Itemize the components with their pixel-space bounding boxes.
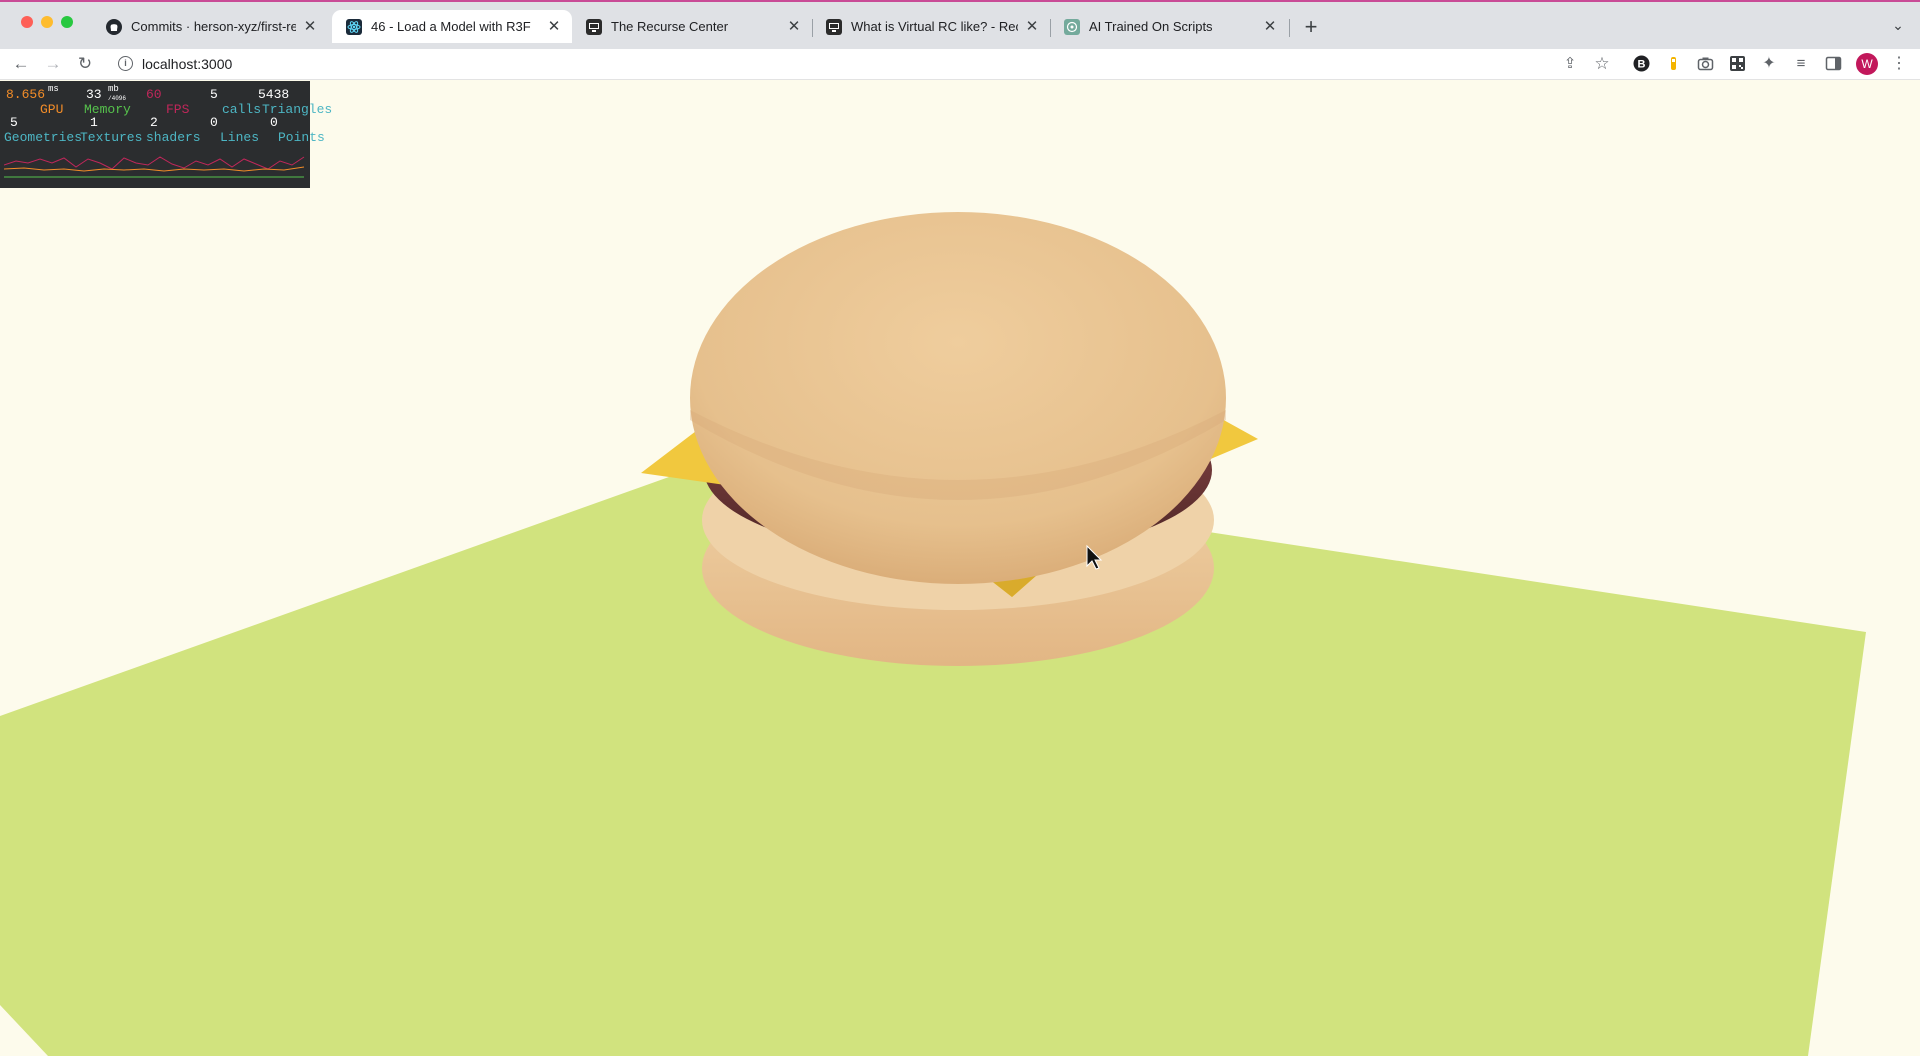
profile-avatar[interactable]: W bbox=[1856, 53, 1878, 75]
points-value: 0 bbox=[270, 115, 278, 130]
lines-value: 0 bbox=[210, 115, 218, 130]
recurse-icon bbox=[826, 18, 842, 35]
shaders-value: 2 bbox=[150, 115, 158, 130]
tab-title: AI Trained On Scripts bbox=[1089, 19, 1213, 34]
three-scene bbox=[0, 212, 1866, 1056]
maximize-window-button[interactable] bbox=[61, 16, 73, 28]
extension-b-icon[interactable]: B bbox=[1633, 55, 1650, 72]
webgl-canvas[interactable] bbox=[0, 80, 1920, 1056]
openai-icon bbox=[1064, 18, 1080, 35]
back-button[interactable]: ← bbox=[10, 53, 32, 75]
close-tab-icon[interactable]: ✕ bbox=[546, 18, 562, 35]
perf-stats-panel[interactable]: 8.656 ms GPU 33 mb /4096 Memory 60 FPS 5… bbox=[0, 81, 332, 188]
tab-strip: Commits · herson-xyz/first-rea ✕ 46 - Lo… bbox=[0, 0, 1920, 49]
svg-text:B: B bbox=[1638, 59, 1646, 71]
geometries-value: 5 bbox=[10, 115, 18, 130]
site-info-icon[interactable]: i bbox=[118, 56, 133, 71]
camera-icon[interactable] bbox=[1697, 55, 1714, 72]
react-icon bbox=[346, 18, 362, 35]
recurse-icon bbox=[586, 18, 602, 35]
tab-load-model[interactable]: 46 - Load a Model with R3F ✕ bbox=[332, 10, 572, 43]
menu-kebab-icon[interactable]: ⋮ bbox=[1888, 53, 1910, 75]
github-icon bbox=[106, 18, 122, 35]
gpu-value: 8.656 bbox=[6, 87, 46, 102]
extensions-puzzle-icon[interactable]: ✦ bbox=[1758, 53, 1780, 75]
fps-label: FPS bbox=[166, 102, 190, 117]
address-bar[interactable]: i localhost:3000 bbox=[108, 51, 1668, 77]
media-control-icon[interactable]: ≡ bbox=[1790, 53, 1812, 75]
gpu-unit: ms bbox=[48, 84, 59, 94]
tab-title: Commits · herson-xyz/first-rea bbox=[131, 19, 296, 34]
extension-key-icon[interactable] bbox=[1665, 55, 1682, 72]
close-window-button[interactable] bbox=[21, 16, 33, 28]
qr-code-icon[interactable] bbox=[1729, 55, 1746, 72]
minimize-window-button[interactable] bbox=[41, 16, 53, 28]
tab-separator bbox=[1289, 19, 1290, 37]
calls-label: calls bbox=[222, 102, 262, 117]
calls-value: 5 bbox=[210, 87, 218, 102]
tab-search-button[interactable]: ⌄ bbox=[1888, 17, 1908, 37]
tab-title: 46 - Load a Model with R3F bbox=[371, 19, 531, 34]
triangles-value: 5438 bbox=[258, 87, 290, 102]
bookmark-star-icon[interactable]: ☆ bbox=[1591, 53, 1613, 75]
memory-unit: mb bbox=[108, 84, 119, 94]
tab-ai-scripts[interactable]: AI Trained On Scripts ✕ bbox=[1050, 10, 1288, 43]
tab-title: What is Virtual RC like? - Recu bbox=[851, 19, 1018, 34]
memory-sub: /4096 bbox=[108, 95, 127, 102]
browser-toolbar: ← → ↻ i localhost:3000 ⇪ ☆ B ✦ ≡ W ⋮ bbox=[0, 49, 1920, 80]
forward-button[interactable]: → bbox=[42, 53, 64, 75]
tab-title: The Recurse Center bbox=[611, 19, 729, 34]
side-panel-icon[interactable] bbox=[1825, 55, 1842, 72]
close-tab-icon[interactable]: ✕ bbox=[302, 18, 318, 35]
gpu-label: GPU bbox=[40, 102, 64, 117]
reload-button[interactable]: ↻ bbox=[74, 53, 96, 75]
close-tab-icon[interactable]: ✕ bbox=[1262, 18, 1278, 35]
top-bun bbox=[690, 212, 1226, 584]
tab-recurse-center[interactable]: The Recurse Center ✕ bbox=[572, 10, 812, 43]
new-tab-button[interactable]: + bbox=[1300, 16, 1322, 39]
fps-value: 60 bbox=[146, 87, 162, 102]
perf-graph bbox=[4, 156, 305, 178]
memory-value: 33 bbox=[86, 87, 102, 102]
burger-model bbox=[641, 212, 1258, 666]
close-tab-icon[interactable]: ✕ bbox=[786, 18, 802, 35]
close-tab-icon[interactable]: ✕ bbox=[1024, 18, 1040, 35]
share-icon[interactable]: ⇪ bbox=[1559, 53, 1581, 75]
tab-github-commits[interactable]: Commits · herson-xyz/first-rea ✕ bbox=[92, 10, 328, 43]
url-text: localhost:3000 bbox=[142, 56, 233, 72]
tab-virtual-rc[interactable]: What is Virtual RC like? - Recu ✕ bbox=[812, 10, 1050, 43]
textures-value: 1 bbox=[90, 115, 98, 130]
